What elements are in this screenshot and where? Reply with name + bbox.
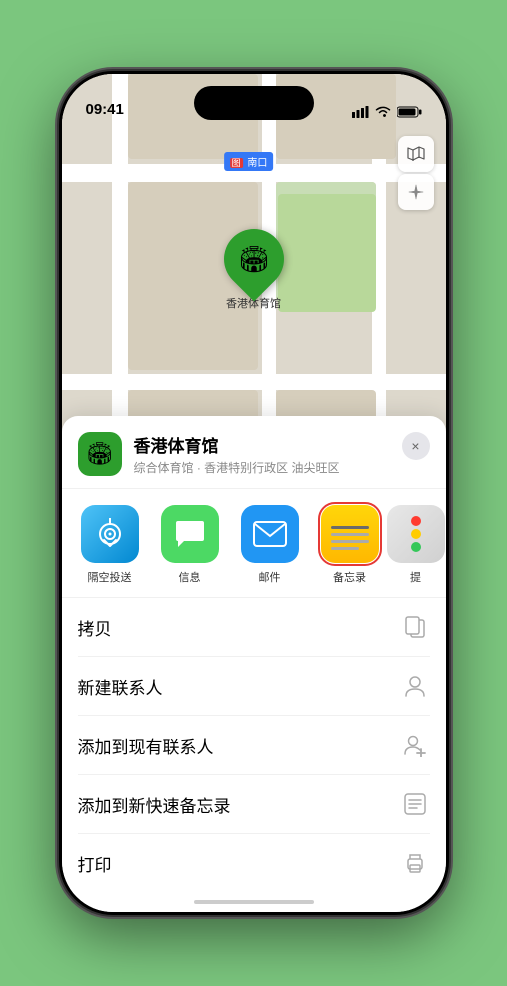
action-item-add-to-notes[interactable]: 添加到新快速备忘录 [78,775,430,834]
action-item-add-to-contact[interactable]: 添加到现有联系人 [78,716,430,775]
quick-note-icon-wrap [400,789,430,819]
bottom-sheet: 🏟 香港体育馆 综合体育馆 · 香港特别行政区 油尖旺区 × [62,416,446,912]
share-item-notes[interactable]: 备忘录 [314,505,386,585]
status-icons [352,106,422,120]
more-label: 提 [410,569,421,585]
person-icon-wrap [400,671,430,701]
print-label: 打印 [78,851,112,876]
dot-green [411,542,421,552]
share-item-airdrop[interactable]: 隔空投送 [74,505,146,585]
mail-icon [241,505,299,563]
notes-label: 备忘录 [333,569,366,585]
message-icon [161,505,219,563]
message-symbol [174,519,206,549]
notes-lines-graphic [331,518,369,550]
person-icon [404,674,426,698]
venue-description: 综合体育馆 · 香港特别行政区 油尖旺区 [134,459,430,476]
action-item-new-contact[interactable]: 新建联系人 [78,657,430,716]
venue-icon: 🏟 [78,432,122,476]
person-add-icon-wrap [400,730,430,760]
print-icon [404,853,426,873]
share-item-more[interactable]: 提 [394,505,438,585]
map-controls [398,136,434,210]
compass-icon [407,183,425,201]
close-button[interactable]: × [402,432,430,460]
dot-yellow [411,529,421,539]
action-item-copy[interactable]: 拷贝 [78,598,430,657]
add-to-notes-label: 添加到新快速备忘录 [78,792,231,817]
share-item-mail[interactable]: 邮件 [234,505,306,585]
location-button[interactable] [398,174,434,210]
add-to-contact-label: 添加到现有联系人 [78,733,214,758]
new-contact-label: 新建联系人 [78,674,163,699]
mail-symbol [253,521,287,547]
airdrop-icon [81,505,139,563]
phone-frame: 09:41 [59,71,449,915]
more-icon [387,505,445,563]
signal-icon [352,106,369,118]
airdrop-label: 隔空投送 [88,569,132,585]
person-add-icon [403,733,427,757]
action-list: 拷贝 新建联系人 [62,598,446,892]
venue-name: 香港体育馆 [134,432,430,457]
map-type-icon [406,144,426,164]
dot-red [411,516,421,526]
stadium-icon: 🏟 [237,244,270,275]
dynamic-island [194,86,314,120]
copy-icon [404,615,426,639]
venue-info: 香港体育馆 综合体育馆 · 香港特别行政区 油尖旺区 [134,432,430,476]
pin-marker: 🏟 [211,217,296,302]
action-item-print[interactable]: 打印 [78,834,430,892]
share-row: 隔空投送 信息 [62,489,446,598]
sheet-header: 🏟 香港体育馆 综合体育馆 · 香港特别行政区 油尖旺区 × [62,416,446,489]
battery-icon [397,106,422,118]
more-colors [411,506,421,562]
copy-icon-wrap [400,612,430,642]
wifi-icon [375,106,391,118]
map-type-button[interactable] [398,136,434,172]
message-label: 信息 [179,569,201,585]
map-location-label: 图 南口 [224,152,274,171]
notes-icon [321,505,379,563]
home-indicator [194,900,314,904]
airdrop-symbol [94,518,126,550]
quick-note-icon [404,793,426,815]
print-icon-wrap [400,848,430,878]
copy-label: 拷贝 [78,615,112,640]
stadium-pin[interactable]: 🏟 香港体育馆 [224,229,284,311]
status-time: 09:41 [86,101,124,120]
phone-screen: 09:41 [62,74,446,912]
share-item-message[interactable]: 信息 [154,505,226,585]
mail-label: 邮件 [259,569,281,585]
